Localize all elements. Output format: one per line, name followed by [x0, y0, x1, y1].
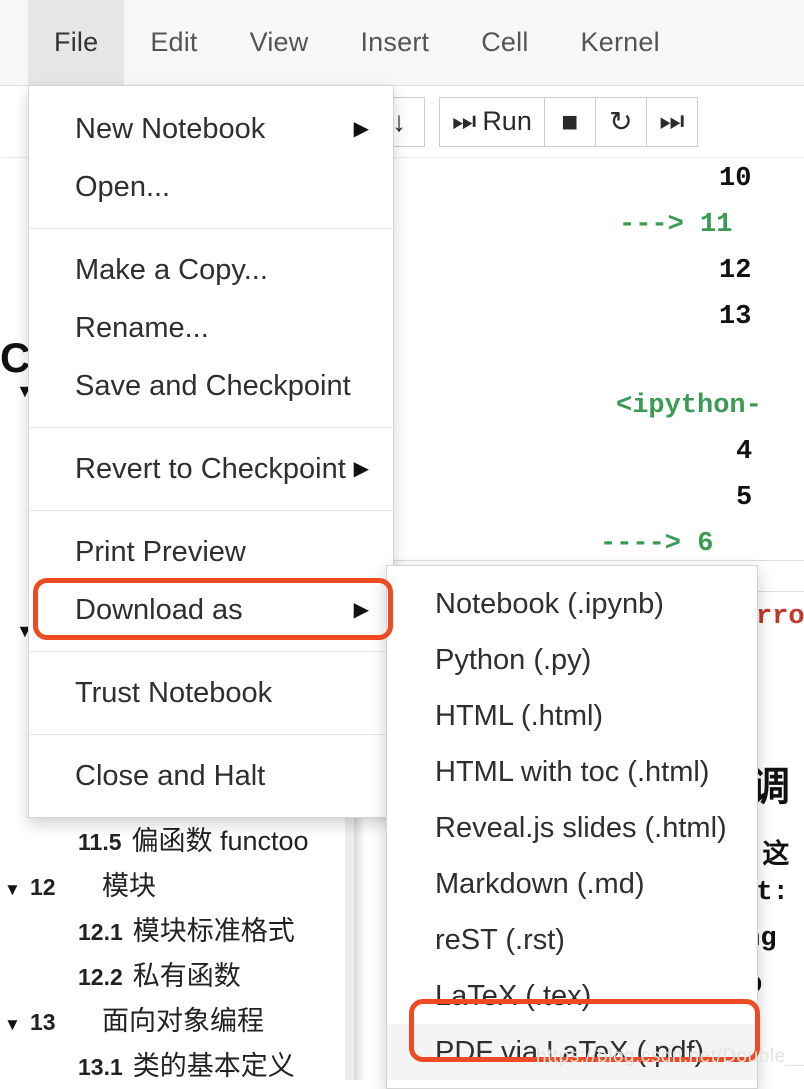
file-menu-item-revert-to-checkpoint[interactable]: Revert to Checkpoint ▶: [29, 440, 393, 498]
toc-heading: C: [0, 334, 30, 381]
chevron-right-icon: ▶: [353, 599, 369, 621]
menu-tab-cell[interactable]: Cell: [455, 0, 554, 85]
download-as-item-rest-rst[interactable]: reST (.rst): [387, 912, 757, 968]
toc-item-number: 13.1: [78, 1054, 123, 1080]
output-line-10: 10: [719, 164, 752, 194]
toc-list[interactable]: 11.5 偏函数 functoo ▼ 12 模块 12.1 模块标准格式 12.2 私有函数 ▼ 1…: [0, 819, 360, 1080]
toc-item-number: 12.1: [78, 919, 123, 945]
file-menu-item-make-a-copy[interactable]: Make a Copy...: [29, 241, 393, 299]
output-line-11-arrow: ---> 11: [619, 210, 733, 240]
toc-item[interactable]: ▼ 13 面向对象编程: [0, 999, 360, 1044]
notebook-menubar[interactable]: File Edit View Insert Cell Kernel: [0, 0, 804, 86]
menu-tab-view[interactable]: View: [224, 0, 335, 85]
toc-item[interactable]: 13.1 类的基本定义: [0, 1044, 360, 1080]
chevron-right-icon: ▶: [353, 118, 369, 140]
file-menu-item-label: New Notebook: [75, 112, 266, 145]
file-menu-dropdown[interactable]: New Notebook ▶ Open... Make a Copy... Rename…: [28, 85, 394, 818]
menu-tab-insert[interactable]: Insert: [334, 0, 455, 85]
menu-separator: [29, 510, 393, 511]
file-menu-item-label: Rename...: [75, 311, 209, 344]
output-line-6-arrow: ----> 6: [600, 529, 714, 559]
file-menu-item-label: Open...: [75, 170, 171, 203]
chevron-right-icon: ▶: [353, 458, 369, 480]
file-menu-items[interactable]: New Notebook ▶ Open... Make a Copy... Rename…: [29, 100, 393, 805]
toc-item-number: 13: [30, 1009, 56, 1035]
toc-caret-icon[interactable]: ▼: [4, 881, 30, 898]
file-menu-item-rename[interactable]: Rename...: [29, 299, 393, 357]
file-menu-item-print-preview[interactable]: Print Preview: [29, 523, 393, 581]
toc-item-number: 12.2: [78, 964, 123, 990]
run-label: Run: [482, 106, 532, 136]
file-menu-item-label: Make a Copy...: [75, 253, 268, 286]
file-menu-item-close-and-halt[interactable]: Close and Halt: [29, 747, 393, 805]
toc-item-label: 面向对象编程: [102, 1006, 264, 1036]
file-menu-item-label: Trust Notebook: [75, 676, 273, 709]
output-traceback-ref: <ipython-: [616, 391, 762, 421]
file-menu-item-label: Print Preview: [75, 535, 246, 568]
download-as-item-notebook-ipynb[interactable]: Notebook (.ipynb): [387, 576, 757, 632]
toolbar-run-group[interactable]: ⏭ Run ■ ↻ ⏭: [439, 96, 698, 147]
file-menu-item-download-as[interactable]: Download as ▶: [29, 581, 393, 639]
watermark: https://blog.csdn.net/Double____You: [536, 1046, 804, 1067]
toc-item-label: 偏函数 functoo: [131, 826, 309, 856]
restart-run-all-button[interactable]: ⏭: [645, 96, 698, 147]
menu-tab-edit[interactable]: Edit: [124, 0, 223, 85]
output-error-text: rro: [756, 602, 804, 632]
download-as-items[interactable]: Notebook (.ipynb) Python (.py) HTML (.html…: [387, 576, 757, 1080]
file-menu-item-label: Close and Halt: [75, 759, 266, 792]
output-line-5: 5: [736, 483, 753, 513]
menu-tab-kernel[interactable]: Kernel: [555, 0, 686, 85]
menubar-tabs[interactable]: File Edit View Insert Cell Kernel: [28, 0, 686, 85]
download-as-item-latex-tex[interactable]: LaTeX (.tex): [387, 968, 757, 1024]
download-as-item-html-with-toc-html[interactable]: HTML with toc (.html): [387, 744, 757, 800]
menu-separator: [29, 651, 393, 652]
run-cell-button[interactable]: ⏭ Run: [439, 96, 545, 147]
toc-item[interactable]: 12.1 模块标准格式: [0, 909, 360, 954]
menu-separator: [29, 228, 393, 229]
file-menu-item-label: Download as: [75, 593, 243, 626]
download-as-item-html-html[interactable]: HTML (.html): [387, 688, 757, 744]
restart-kernel-button[interactable]: ↻: [594, 96, 647, 147]
toc-item-number: 12: [30, 874, 56, 900]
toc-caret-icon[interactable]: ▼: [4, 1016, 30, 1033]
file-menu-item-save-and-checkpoint[interactable]: Save and Checkpoint: [29, 357, 393, 415]
download-as-item-reveal-js-slides-html[interactable]: Reveal.js slides (.html): [387, 800, 757, 856]
interrupt-kernel-button[interactable]: ■: [543, 96, 596, 147]
toc-item[interactable]: 12.2 私有函数: [0, 954, 360, 999]
toc-item[interactable]: 11.5 偏函数 functoo: [0, 819, 360, 864]
menu-separator: [29, 734, 393, 735]
toc-item-number: 11.5: [78, 829, 122, 855]
download-as-submenu[interactable]: Notebook (.ipynb) Python (.py) HTML (.html…: [386, 565, 758, 1089]
file-menu-item-new-notebook[interactable]: New Notebook ▶: [29, 100, 393, 158]
menubar-left-pad: [0, 0, 28, 85]
toc-item-label: 模块标准格式: [132, 916, 295, 946]
run-icon: ⏭: [452, 105, 477, 136]
file-menu-item-open[interactable]: Open...: [29, 158, 393, 216]
file-menu-item-trust-notebook[interactable]: Trust Notebook: [29, 664, 393, 722]
toc-item-label: 私有函数: [132, 961, 241, 991]
menu-tab-file[interactable]: File: [28, 0, 125, 85]
output-line-12: 12: [719, 256, 752, 286]
download-as-item-python-py[interactable]: Python (.py): [387, 632, 757, 688]
toc-item-label: 类的基本定义: [132, 1051, 295, 1080]
menu-separator: [29, 427, 393, 428]
file-menu-item-label: Revert to Checkpoint: [75, 452, 346, 485]
notebook-page: C 11.5 偏函数 functoo ▼ 12 模块 12.1 模块标准格式 12.2 私有函数…: [0, 0, 804, 1089]
download-as-item-markdown-md[interactable]: Markdown (.md): [387, 856, 757, 912]
output-line-13: 13: [719, 302, 752, 332]
toc-item[interactable]: ▼ 12 模块: [0, 864, 360, 909]
file-menu-item-label: Save and Checkpoint: [75, 369, 351, 402]
output-line-4: 4: [736, 437, 753, 467]
toc-item-label: 模块: [102, 871, 156, 901]
